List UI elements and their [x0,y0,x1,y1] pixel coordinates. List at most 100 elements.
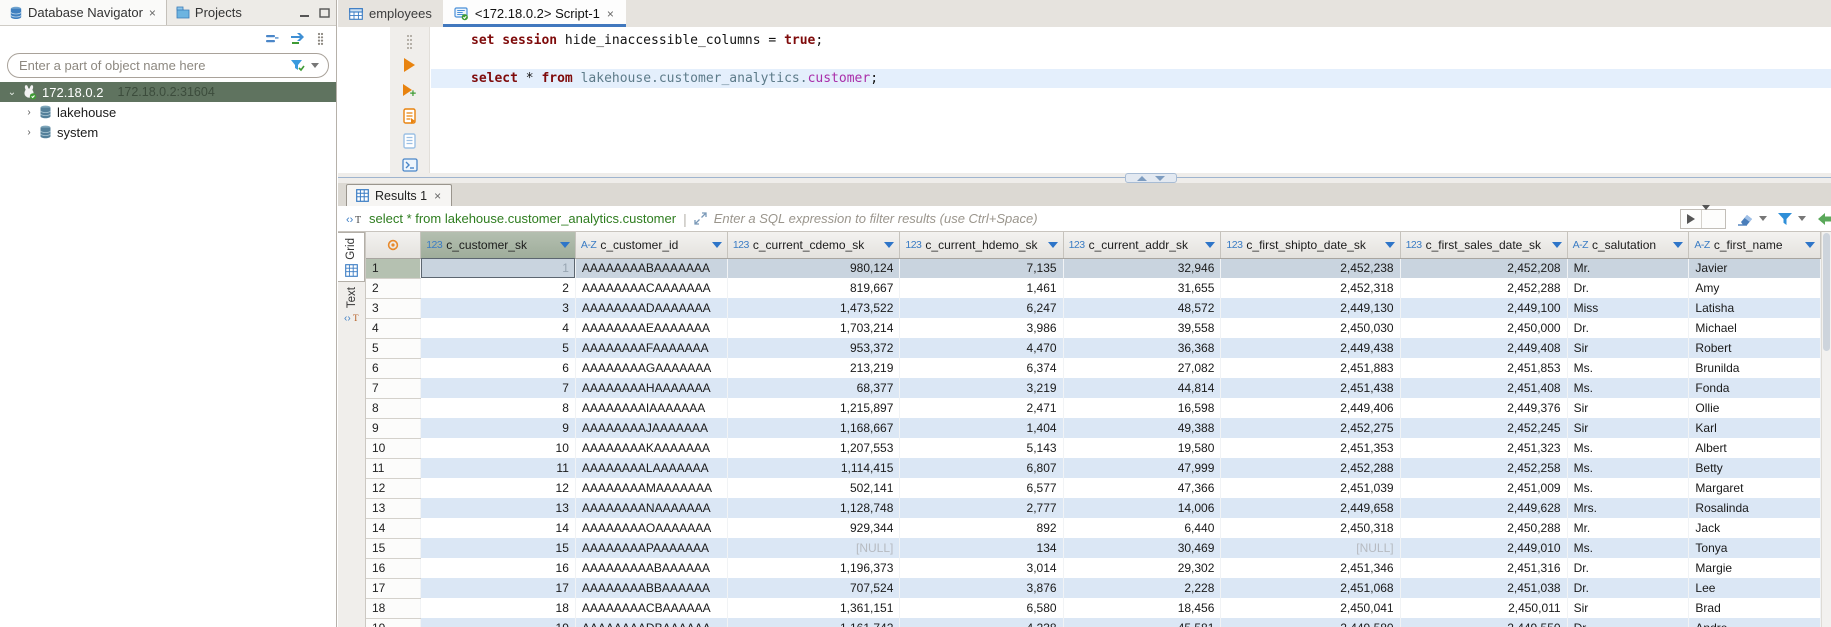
cell-c_current_cdemo_sk[interactable]: 929,344 [727,518,900,538]
column-header-c_current_addr_sk[interactable]: 123c_current_addr_sk [1063,232,1221,258]
chevron-down-icon[interactable] [1759,216,1767,221]
cell-c_current_cdemo_sk[interactable]: 980,124 [727,258,900,278]
execute-statement-icon[interactable] [401,58,419,72]
cell-c_first_sales_date_sk[interactable]: 2,449,100 [1400,298,1567,318]
cell-c_current_hdemo_sk[interactable]: 6,247 [900,298,1063,318]
cell-c_first_sales_date_sk[interactable]: 2,451,408 [1400,378,1567,398]
cell-c_customer_sk[interactable]: 17 [421,578,576,598]
cell-c_customer_sk[interactable]: 12 [421,478,576,498]
toolbar-grip-icon[interactable] [406,34,413,50]
cell-c_first_name[interactable]: Michael [1689,318,1821,338]
cell-c_first_name[interactable]: Rosalinda [1689,498,1821,518]
cell-c_current_hdemo_sk[interactable]: 4,470 [900,338,1063,358]
cell-c_current_addr_sk[interactable]: 32,946 [1063,258,1221,278]
cell-c_first_name[interactable]: Andre [1689,618,1821,627]
cell-c_current_hdemo_sk[interactable]: 1,461 [900,278,1063,298]
cell-c_current_cdemo_sk[interactable]: 1,196,373 [727,558,900,578]
column-menu-icon[interactable] [1205,242,1215,248]
cell-c_customer_id[interactable]: AAAAAAAAPAAAAAAA [575,538,727,558]
cell-c_customer_sk[interactable]: 13 [421,498,576,518]
cell-c_current_cdemo_sk[interactable]: 953,372 [727,338,900,358]
close-icon[interactable]: × [433,189,442,203]
cell-c_salutation[interactable]: Dr. [1567,318,1689,338]
row-number[interactable]: 4 [366,318,421,338]
cell-c_first_name[interactable]: Fonda [1689,378,1821,398]
cell-c_customer_sk[interactable]: 10 [421,438,576,458]
column-menu-icon[interactable] [560,242,570,248]
cell-c_current_addr_sk[interactable]: 44,814 [1063,378,1221,398]
cell-c_current_addr_sk[interactable]: 31,655 [1063,278,1221,298]
splitter-handle[interactable] [1125,173,1177,183]
editor-tab-script[interactable]: <172.18.0.2> Script-1× [443,0,626,27]
filters-funnel-icon[interactable] [1777,212,1793,226]
maximize-editor-icon[interactable] [1137,176,1147,181]
grid-corner-cell[interactable] [366,232,421,258]
cell-c_first_sales_date_sk[interactable]: 2,451,009 [1400,478,1567,498]
cell-c_first_shipto_date_sk[interactable]: 2,450,318 [1221,518,1400,538]
cell-c_salutation[interactable]: Sir [1567,338,1689,358]
column-menu-icon[interactable] [1048,242,1058,248]
cell-c_salutation[interactable]: Miss [1567,298,1689,318]
cell-c_first_shipto_date_sk[interactable]: 2,449,438 [1221,338,1400,358]
cell-c_current_cdemo_sk[interactable]: [NULL] [727,538,900,558]
cell-c_customer_sk[interactable]: 15 [421,538,576,558]
cell-c_salutation[interactable]: Dr. [1567,558,1689,578]
cell-c_first_name[interactable]: Margaret [1689,478,1821,498]
row-number[interactable]: 19 [366,618,421,627]
cell-c_first_shipto_date_sk[interactable]: 2,451,438 [1221,378,1400,398]
explain-plan-icon[interactable] [401,133,419,149]
cell-c_first_sales_date_sk[interactable]: 2,450,011 [1400,598,1567,618]
cell-c_first_sales_date_sk[interactable]: 2,452,258 [1400,458,1567,478]
cell-c_first_sales_date_sk[interactable]: 2,449,408 [1400,338,1567,358]
cell-c_customer_sk[interactable]: 14 [421,518,576,538]
grid-vertical-scrollbar[interactable] [1821,232,1831,627]
cell-c_first_shipto_date_sk[interactable]: 2,450,030 [1221,318,1400,338]
cell-c_first_sales_date_sk[interactable]: 2,452,208 [1400,258,1567,278]
row-number[interactable]: 18 [366,598,421,618]
cell-c_current_cdemo_sk[interactable]: 707,524 [727,578,900,598]
cell-c_current_addr_sk[interactable]: 36,368 [1063,338,1221,358]
cell-c_current_addr_sk[interactable]: 47,999 [1063,458,1221,478]
cell-c_first_shipto_date_sk[interactable]: 2,451,346 [1221,558,1400,578]
cell-c_customer_sk[interactable]: 19 [421,618,576,627]
select-all-icon[interactable] [371,239,415,251]
previous-page-icon[interactable] [1816,212,1831,226]
link-with-editor-icon[interactable] [290,32,306,45]
cell-c_current_hdemo_sk[interactable]: 2,471 [900,398,1063,418]
row-number[interactable]: 2 [366,278,421,298]
cell-c_customer_id[interactable]: AAAAAAAABAAAAAAA [575,258,727,278]
cell-c_customer_sk[interactable]: 1 [421,258,576,278]
cell-c_salutation[interactable]: Ms. [1567,538,1689,558]
cell-c_customer_sk[interactable]: 7 [421,378,576,398]
cell-c_current_hdemo_sk[interactable]: 5,143 [900,438,1063,458]
cell-c_salutation[interactable]: Dr. [1567,278,1689,298]
collapse-all-icon[interactable] [265,33,279,45]
cell-c_first_name[interactable]: Albert [1689,438,1821,458]
minimize-icon[interactable] [299,8,310,18]
column-header-c_customer_sk[interactable]: 123c_customer_sk [421,232,576,258]
code-line[interactable] [431,50,1831,69]
editor-tab-employees[interactable]: employees [338,0,443,27]
cell-c_first_shipto_date_sk[interactable]: 2,450,041 [1221,598,1400,618]
cell-c_customer_sk[interactable]: 8 [421,398,576,418]
cell-c_first_name[interactable]: Betty [1689,458,1821,478]
row-number[interactable]: 7 [366,378,421,398]
filter-dropdown-icon[interactable] [311,63,319,68]
cell-c_customer_id[interactable]: AAAAAAAADBAAAAAA [575,618,727,627]
cell-c_current_hdemo_sk[interactable]: 3,986 [900,318,1063,338]
tree-node-172-18-0-2[interactable]: ⌄172.18.0.2172.18.0.2:31604 [0,82,336,102]
cell-c_customer_id[interactable]: AAAAAAAAIAAAAAAA [575,398,727,418]
row-number[interactable]: 8 [366,398,421,418]
close-icon[interactable]: × [148,6,157,20]
expand-expression-icon[interactable] [694,212,707,225]
cell-c_salutation[interactable]: Sir [1567,418,1689,438]
cell-c_salutation[interactable]: Ms. [1567,378,1689,398]
cell-c_customer_id[interactable]: AAAAAAAALAAAAAAA [575,458,727,478]
cell-c_first_shipto_date_sk[interactable]: 2,451,883 [1221,358,1400,378]
cell-c_first_shipto_date_sk[interactable]: 2,449,406 [1221,398,1400,418]
cell-c_first_name[interactable]: Brunilda [1689,358,1821,378]
cell-c_customer_id[interactable]: AAAAAAAAFAAAAAAA [575,338,727,358]
cell-c_first_name[interactable]: Karl [1689,418,1821,438]
cell-c_current_addr_sk[interactable]: 45,581 [1063,618,1221,627]
cell-c_current_cdemo_sk[interactable]: 1,114,415 [727,458,900,478]
